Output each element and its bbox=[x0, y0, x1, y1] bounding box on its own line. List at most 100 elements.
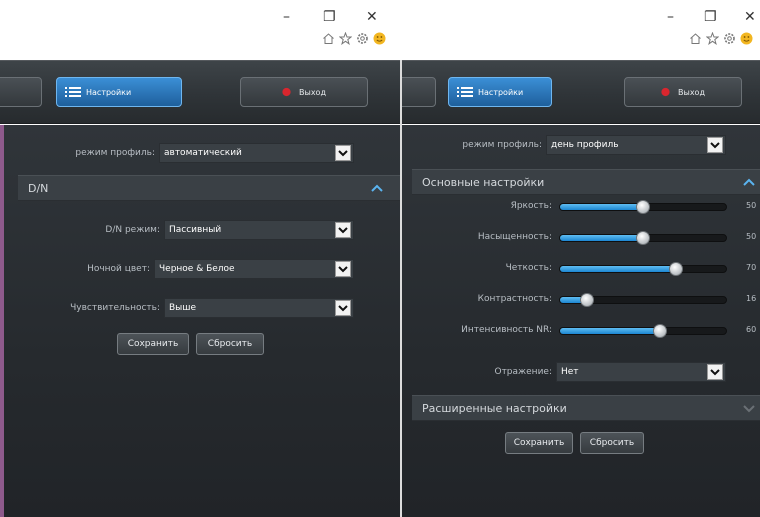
smiley-icon[interactable] bbox=[373, 32, 386, 45]
browser-chrome: – ❐ ✕ bbox=[0, 0, 400, 60]
chevron-up-icon[interactable] bbox=[742, 176, 756, 188]
slider-handle[interactable] bbox=[636, 231, 650, 245]
profile-mode-select[interactable]: день профиль bbox=[546, 135, 726, 155]
slider-value: 70 bbox=[746, 263, 757, 272]
dn-mode-label: D/N режим: bbox=[105, 225, 160, 235]
dropdown-arrow-icon[interactable] bbox=[335, 300, 351, 316]
close-button[interactable]: ✕ bbox=[366, 10, 378, 24]
minimize-button[interactable]: – bbox=[667, 10, 674, 24]
exit-nav-label: Выход bbox=[299, 87, 326, 97]
slider-handle[interactable] bbox=[579, 293, 594, 307]
basic-settings-title: Основные настройки bbox=[422, 175, 545, 189]
nav-left-button[interactable] bbox=[0, 77, 42, 107]
dn-mode-select[interactable]: Пассивный bbox=[164, 220, 354, 240]
slider-label: Четкость: bbox=[505, 263, 552, 273]
star-icon[interactable] bbox=[339, 32, 352, 45]
reset-button[interactable]: Сбросить bbox=[196, 333, 264, 355]
advanced-settings-title: Расширенные настройки bbox=[422, 401, 567, 415]
settings-nav-button[interactable]: Настройки bbox=[448, 77, 552, 107]
slider-track[interactable] bbox=[559, 262, 727, 276]
close-button[interactable]: ✕ bbox=[744, 10, 756, 24]
menu-list-icon bbox=[65, 87, 81, 97]
browser-chrome: – ❐ ✕ bbox=[402, 0, 760, 60]
sensitivity-value: Выше bbox=[169, 303, 197, 313]
night-color-label: Ночной цвет: bbox=[87, 264, 150, 274]
left-settings-panel: – ❐ ✕ Настройки Выход режим профиль: авт… bbox=[0, 0, 400, 517]
sensitivity-label: Чувствительность: bbox=[70, 303, 160, 313]
mirror-select[interactable]: Нет bbox=[556, 362, 726, 382]
profile-mode-label: режим профиль: bbox=[462, 140, 542, 150]
save-button[interactable]: Сохранить bbox=[505, 432, 573, 454]
home-icon[interactable] bbox=[689, 32, 702, 45]
slider-label: Насыщенность: bbox=[477, 232, 552, 242]
dropdown-arrow-icon[interactable] bbox=[707, 137, 723, 153]
exit-icon bbox=[282, 87, 291, 97]
profile-mode-label: режим профиль: bbox=[75, 148, 155, 158]
star-icon[interactable] bbox=[706, 32, 719, 45]
slider-fill bbox=[560, 266, 677, 272]
dropdown-arrow-icon[interactable] bbox=[707, 364, 723, 380]
chevron-down-icon[interactable] bbox=[742, 402, 756, 414]
slider-fill bbox=[560, 235, 643, 241]
slider-track[interactable] bbox=[559, 293, 727, 307]
nav-left-button[interactable] bbox=[402, 77, 436, 107]
dn-section-title: D/N bbox=[28, 181, 49, 195]
night-color-select[interactable]: Черное & Белое bbox=[154, 259, 354, 279]
slider-handle[interactable] bbox=[636, 200, 650, 214]
night-color-value: Черное & Белое bbox=[159, 264, 235, 274]
slider-label: Яркость: bbox=[510, 201, 552, 211]
slider-handle[interactable] bbox=[652, 324, 667, 338]
sensitivity-row: Чувствительность: Выше bbox=[40, 298, 354, 318]
save-button[interactable]: Сохранить bbox=[117, 333, 189, 355]
slider-value: 50 bbox=[746, 232, 757, 241]
profile-mode-select[interactable]: автоматический bbox=[159, 143, 354, 163]
slider-value: 50 bbox=[746, 201, 757, 210]
slider-track[interactable] bbox=[559, 231, 727, 245]
settings-nav-button[interactable]: Настройки bbox=[56, 77, 182, 107]
dropdown-arrow-icon[interactable] bbox=[335, 261, 351, 277]
dn-section-header[interactable]: D/N bbox=[18, 175, 400, 201]
profile-mode-row: режим профиль: автоматический bbox=[40, 143, 354, 163]
slider-fill bbox=[560, 328, 660, 334]
top-navigation-bar: Настройки Выход bbox=[402, 60, 760, 124]
profile-mode-value: день профиль bbox=[551, 140, 619, 150]
exit-nav-button[interactable]: Выход bbox=[240, 77, 368, 107]
restore-button[interactable]: ❐ bbox=[704, 10, 717, 24]
slider-track[interactable] bbox=[559, 200, 727, 214]
profile-mode-row: режим профиль: день профиль bbox=[442, 135, 726, 155]
advanced-settings-header[interactable]: Расширенные настройки bbox=[412, 395, 760, 421]
menu-list-icon bbox=[457, 87, 473, 97]
settings-nav-label: Настройки bbox=[86, 87, 132, 97]
home-icon[interactable] bbox=[322, 32, 335, 45]
exit-nav-button[interactable]: Выход bbox=[624, 77, 742, 107]
dropdown-arrow-icon[interactable] bbox=[335, 222, 351, 238]
mirror-value: Нет bbox=[561, 367, 579, 377]
gear-icon[interactable] bbox=[356, 32, 369, 45]
dropdown-arrow-icon[interactable] bbox=[335, 145, 351, 161]
exit-icon bbox=[661, 87, 670, 97]
dn-mode-value: Пассивный bbox=[169, 225, 222, 235]
settings-nav-label: Настройки bbox=[478, 87, 524, 97]
minimize-button[interactable]: – bbox=[283, 10, 290, 24]
smiley-icon[interactable] bbox=[740, 32, 753, 45]
slider-label: Контрастность: bbox=[477, 294, 552, 304]
slider-label: Интенсивность NR: bbox=[461, 325, 552, 335]
profile-mode-value: автоматический bbox=[164, 148, 242, 158]
chevron-up-icon[interactable] bbox=[370, 182, 384, 194]
exit-nav-label: Выход bbox=[678, 87, 705, 97]
slider-track[interactable] bbox=[559, 324, 727, 338]
slider-fill bbox=[560, 204, 643, 210]
night-color-row: Ночной цвет: Черное & Белое bbox=[40, 259, 354, 279]
basic-settings-header[interactable]: Основные настройки bbox=[412, 169, 760, 195]
mirror-row: Отражение: Нет bbox=[442, 362, 726, 382]
top-navigation-bar: Настройки Выход bbox=[0, 60, 400, 124]
mirror-label: Отражение: bbox=[494, 367, 552, 377]
slider-value: 60 bbox=[746, 325, 757, 334]
reset-button[interactable]: Сбросить bbox=[580, 432, 644, 454]
sensitivity-select[interactable]: Выше bbox=[164, 298, 354, 318]
right-settings-panel: – ❐ ✕ Настройки Выход режим профиль: ден… bbox=[402, 0, 760, 517]
dn-mode-row: D/N режим: Пассивный bbox=[40, 220, 354, 240]
gear-icon[interactable] bbox=[723, 32, 736, 45]
slider-value: 16 bbox=[746, 294, 757, 303]
restore-button[interactable]: ❐ bbox=[323, 10, 336, 24]
